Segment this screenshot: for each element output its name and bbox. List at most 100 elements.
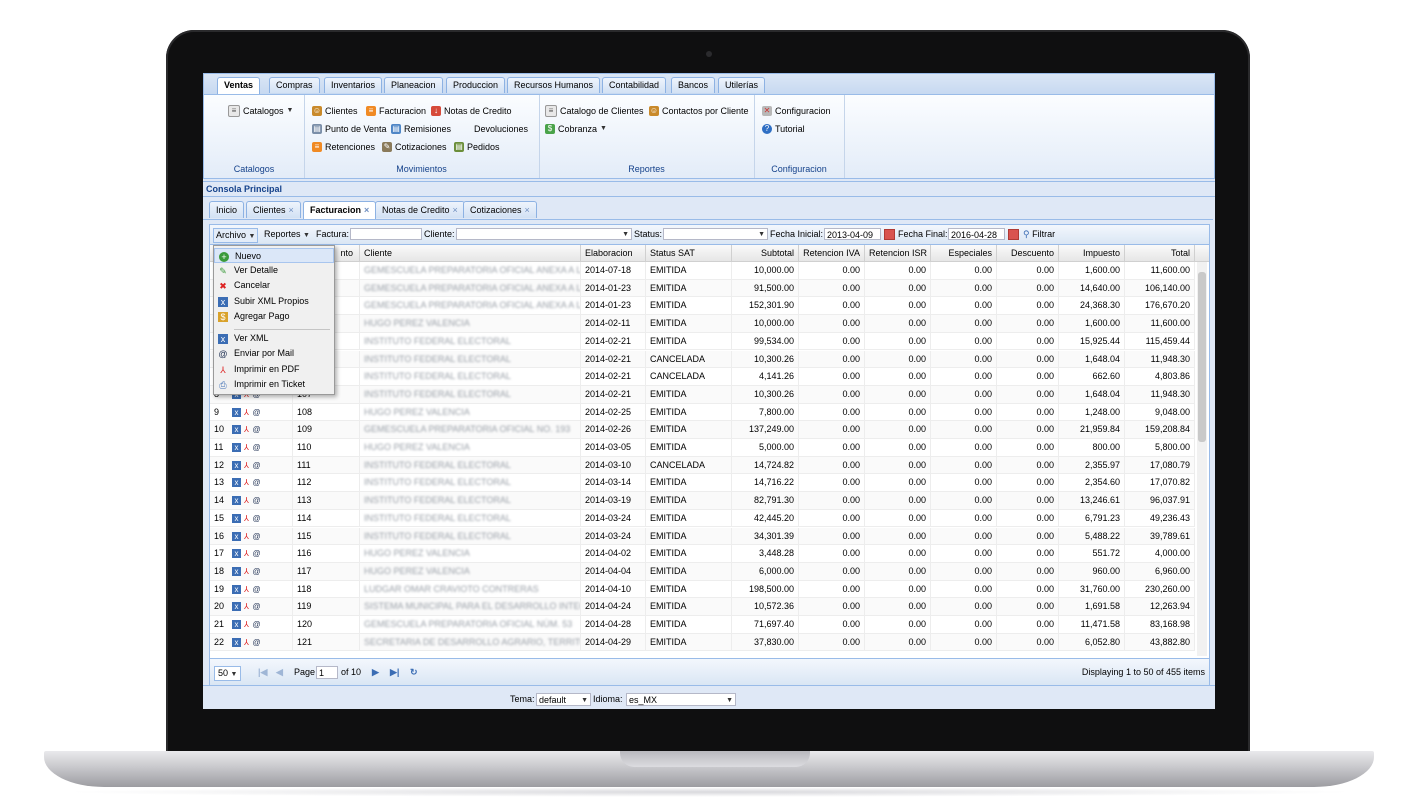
pdf-icon[interactable]: ⅄	[242, 620, 251, 629]
header-retencion-iva[interactable]: Retencion IVA	[799, 245, 865, 261]
table-row[interactable]: 12 x ⅄ @111 INSTITUTO FEDERAL ELECTORAL 2014-…	[210, 456, 1195, 475]
tab-notas-credito[interactable]: Notas de Credito ×	[375, 201, 465, 218]
at-icon[interactable]: @	[252, 514, 261, 523]
menu-item-imprimir-ticket[interactable]: ⎙ Imprimir en Ticket	[214, 377, 334, 392]
header-subtotal[interactable]: Subtotal	[732, 245, 799, 261]
calendar-icon[interactable]	[884, 228, 895, 241]
pdf-icon[interactable]: ⅄	[242, 567, 251, 576]
pdf-icon[interactable]: ⅄	[242, 408, 251, 417]
table-row[interactable]: 4x⅄@HUGO PEREZ VALENCIA2014-02-11EMITIDA…	[210, 315, 1195, 333]
table-row[interactable]: 18 x ⅄ @117 HUGO PEREZ VALENCIA 2014-04-04 EMI…	[210, 562, 1195, 581]
reportes-menu-button[interactable]: Reportes ▼	[264, 228, 310, 241]
remisiones-button[interactable]: ▤ Remisiones	[391, 123, 451, 135]
factura-input[interactable]	[350, 228, 422, 240]
tab-facturacion[interactable]: Facturacion ×	[303, 201, 377, 219]
table-row[interactable]: 6x⅄@INSTITUTO FEDERAL ELECTORAL2014-02-2…	[210, 350, 1195, 369]
catalogos-menu-button[interactable]: ≡ Catalogos ▼	[228, 105, 293, 117]
header-especiales[interactable]: Especiales	[931, 245, 997, 261]
tab-inicio[interactable]: Inicio	[209, 201, 245, 218]
table-row[interactable]: 5x⅄@INSTITUTO FEDERAL ELECTORAL2014-02-2…	[210, 332, 1195, 351]
at-icon[interactable]: @	[252, 567, 261, 576]
table-row[interactable]: 15 x ⅄ @114 INSTITUTO FEDERAL ELECTORAL 2014-…	[210, 509, 1195, 528]
grid-scrollbar[interactable]	[1197, 262, 1207, 656]
close-icon[interactable]: ×	[525, 205, 530, 215]
tab-compras[interactable]: Compras	[269, 77, 320, 93]
tab-cotizaciones[interactable]: Cotizaciones ×	[463, 201, 537, 218]
menu-item-ver-detalle[interactable]: ✎ Ver Detalle	[214, 263, 334, 278]
menu-item-ver-xml[interactable]: x Ver XML	[214, 331, 334, 346]
at-icon[interactable]: @	[252, 496, 261, 505]
pdf-icon[interactable]: ⅄	[242, 585, 251, 594]
xml-icon[interactable]: x	[232, 443, 241, 452]
menu-item-subir-xml[interactable]: x Subir XML Propios	[214, 294, 334, 309]
calendar-icon[interactable]	[1008, 228, 1019, 241]
clientes-button[interactable]: ☺ Clientes	[312, 105, 358, 117]
header-elaboracion[interactable]: Elaboracion	[581, 245, 646, 261]
pdf-icon[interactable]: ⅄	[242, 549, 251, 558]
header-retencion-isr[interactable]: Retencion ISR	[865, 245, 931, 261]
notas-credito-button[interactable]: ↓ Notas de Credito	[431, 105, 512, 117]
pdf-icon[interactable]: ⅄	[242, 602, 251, 611]
pdf-icon[interactable]: ⅄	[242, 514, 251, 523]
xml-icon[interactable]: x	[232, 584, 241, 594]
tab-ventas[interactable]: Ventas	[217, 77, 261, 94]
xml-icon[interactable]: x	[232, 566, 241, 576]
xml-icon[interactable]: x	[232, 513, 241, 523]
tab-planeacion[interactable]: Planeacion	[384, 77, 443, 93]
tab-recursos-humanos[interactable]: Recursos Humanos	[507, 77, 601, 93]
table-row[interactable]: 20 x ⅄ @119 SISTEMA MUNICIPAL PARA EL DESARR…	[210, 598, 1195, 616]
filtrar-button[interactable]: ⚲ Filtrar	[1023, 228, 1055, 241]
table-row[interactable]: 10 x ⅄ @109 GEMESCUELA PREPARATORIA OFICIAL …	[210, 421, 1195, 439]
tab-bancos[interactable]: Bancos	[671, 77, 716, 93]
retenciones-button[interactable]: ≡ Retenciones	[312, 141, 375, 153]
pedidos-button[interactable]: ▤ Pedidos	[454, 141, 500, 153]
table-row[interactable]: 21 x ⅄ @120 GEMESCUELA PREPARATORIA OFICIAL …	[210, 616, 1195, 634]
xml-icon[interactable]: x	[232, 478, 241, 488]
page-size-select[interactable]: 50 ▼	[214, 666, 242, 681]
fecha-inicial-input[interactable]: 2013-04-09	[824, 228, 881, 240]
at-icon[interactable]: @	[252, 461, 261, 470]
header-total[interactable]: Total	[1125, 245, 1195, 261]
menu-item-nuevo[interactable]: + Nuevo	[214, 248, 334, 263]
table-row[interactable]: 9 x ⅄ @108 HUGO PEREZ VALENCIA 2014-02-25 EMIT…	[210, 403, 1195, 422]
tutorial-button[interactable]: ? Tutorial	[762, 123, 805, 135]
last-page-icon[interactable]: ▶|	[390, 666, 399, 679]
idioma-select[interactable]: es_MX ▼	[626, 693, 736, 706]
pdf-icon[interactable]: ⅄	[242, 638, 251, 647]
first-page-icon[interactable]: |◀	[258, 666, 267, 679]
close-icon[interactable]: ×	[364, 205, 369, 215]
tab-utilerias[interactable]: Utilerías	[718, 77, 766, 93]
menu-item-enviar-mail[interactable]: @ Enviar por Mail	[214, 346, 334, 361]
table-row[interactable]: 13 x ⅄ @112 INSTITUTO FEDERAL ELECTORAL 2014-…	[210, 474, 1195, 493]
at-icon[interactable]: @	[252, 532, 261, 541]
at-icon[interactable]: @	[252, 549, 261, 558]
xml-icon[interactable]: x	[232, 425, 241, 435]
tab-inventarios[interactable]: Inventarios	[324, 77, 383, 93]
prev-page-icon[interactable]: ◀	[276, 666, 283, 679]
facturacion-button[interactable]: ≡ Facturacion	[366, 105, 426, 117]
tab-clientes[interactable]: Clientes ×	[246, 201, 301, 218]
cobranza-menu-button[interactable]: $ Cobranza ▼	[545, 123, 607, 135]
configuracion-button[interactable]: ✕ Configuracion	[762, 105, 831, 117]
pdf-icon[interactable]: ⅄	[242, 532, 251, 541]
close-icon[interactable]: ×	[289, 205, 294, 215]
close-icon[interactable]: ×	[453, 205, 458, 215]
cliente-select[interactable]: ▼	[456, 228, 632, 240]
at-icon[interactable]: @	[252, 585, 261, 594]
archivo-menu-button[interactable]: Archivo ▼	[213, 228, 259, 243]
xml-icon[interactable]: x	[232, 637, 241, 647]
next-page-icon[interactable]: ▶	[372, 666, 379, 679]
tab-produccion[interactable]: Produccion	[446, 77, 506, 93]
tab-contabilidad[interactable]: Contabilidad	[602, 77, 667, 93]
table-row[interactable]: 19 x ⅄ @118 LUDGAR OMAR CRAVIOTO CONTRERAS 20…	[210, 580, 1195, 599]
table-row[interactable]: 16 x ⅄ @115 INSTITUTO FEDERAL ELECTORAL 2014-…	[210, 527, 1195, 546]
pdf-icon[interactable]: ⅄	[242, 443, 251, 452]
xml-icon[interactable]: x	[232, 620, 241, 629]
xml-icon[interactable]: x	[232, 496, 241, 506]
table-row[interactable]: 2x⅄@GEMESCUELA PREPARATORIA OFICIAL ANEX…	[210, 279, 1195, 298]
at-icon[interactable]: @	[252, 478, 261, 487]
xml-icon[interactable]: x	[232, 460, 241, 470]
table-row[interactable]: 3x⅄@GEMESCUELA PREPARATORIA OFICIAL ANEX…	[210, 297, 1195, 316]
table-row[interactable]: 1x⅄@GEMESCUELA PREPARATORIA OFICIAL ANEX…	[210, 262, 1195, 280]
punto-venta-button[interactable]: ▤ Punto de Venta	[312, 123, 387, 135]
